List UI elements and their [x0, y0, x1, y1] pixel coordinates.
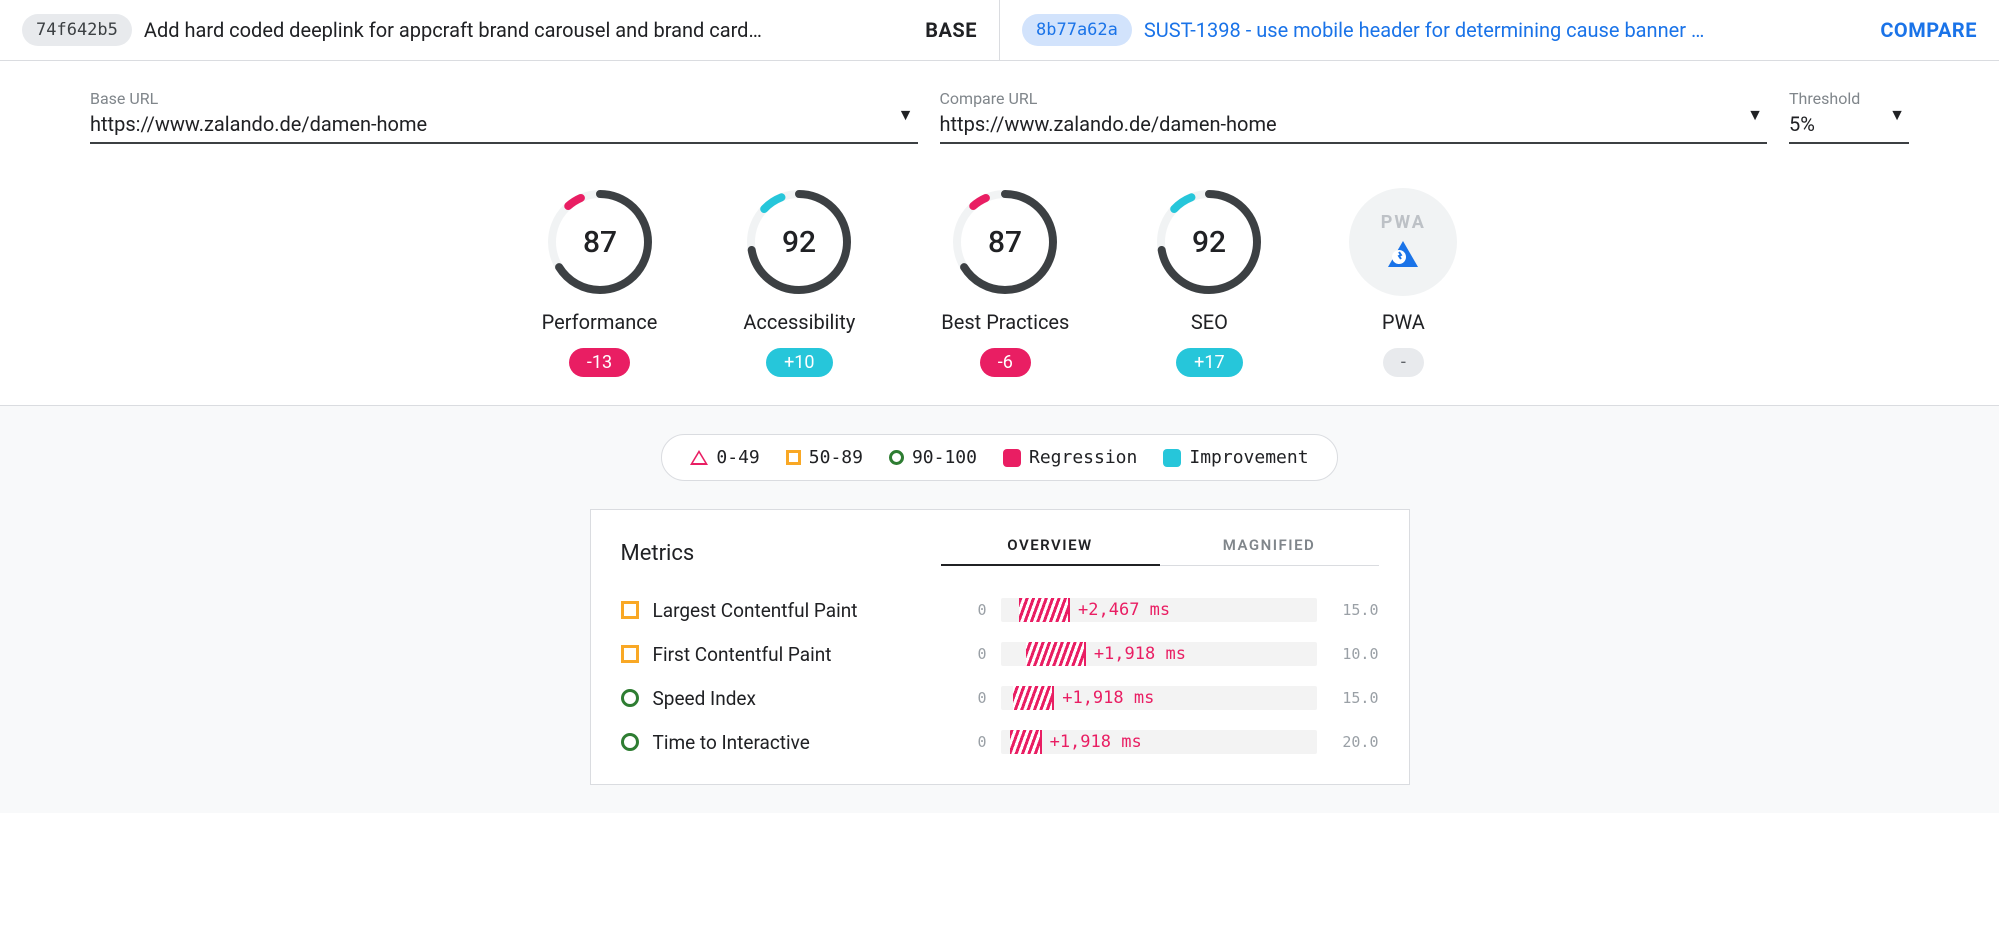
metric-name: Speed Index: [653, 687, 953, 710]
chevron-down-icon: ▼: [1747, 105, 1763, 125]
gauge-delta-badge: -6: [980, 348, 1031, 377]
gauge-label: SEO: [1191, 310, 1228, 334]
legend-pass: 90-100: [889, 447, 977, 468]
circle-icon: [889, 450, 904, 465]
axis-min: 0: [967, 689, 987, 707]
square-icon: [621, 601, 639, 619]
axis-max: 20.0: [1331, 733, 1379, 751]
gauge-seo: 92 SEO +17: [1155, 188, 1263, 377]
gauge-ring: 92: [745, 188, 853, 296]
base-tag: BASE: [925, 18, 977, 42]
metric-delta-label: +1,918 ms: [1042, 732, 1142, 752]
tab-overview[interactable]: OVERVIEW: [941, 536, 1160, 566]
gauge-label: PWA: [1382, 310, 1425, 334]
threshold-select[interactable]: Threshold 5% ▼: [1789, 89, 1909, 144]
base-commit-message: Add hard coded deeplink for appcraft bra…: [144, 18, 913, 42]
metric-row: Speed Index 0 +1,918 ms 15.0: [621, 676, 1379, 720]
metric-delta-bar: [1013, 686, 1054, 710]
compare-hash-chip[interactable]: 8b77a62a: [1022, 14, 1132, 46]
url-form-row: Base URL https://www.zalando.de/damen-ho…: [0, 61, 1999, 152]
metric-delta-label: +2,467 ms: [1070, 600, 1170, 620]
legend-improvement: Improvement: [1163, 447, 1308, 468]
metric-name: Time to Interactive: [653, 731, 953, 754]
tab-magnified[interactable]: MAGNIFIED: [1160, 536, 1379, 566]
gauge-performance: 87 Performance -13: [542, 188, 658, 377]
axis-max: 10.0: [1331, 645, 1379, 663]
gauge-ring: 92: [1155, 188, 1263, 296]
compare-tag[interactable]: COMPARE: [1880, 18, 1977, 42]
legend-regression: Regression: [1003, 447, 1137, 468]
svg-text:87: 87: [582, 225, 616, 260]
base-url-select[interactable]: Base URL https://www.zalando.de/damen-ho…: [90, 89, 918, 144]
legend-regression-label: Regression: [1029, 447, 1137, 468]
gauge-accessibility: 92 Accessibility +10: [743, 188, 855, 377]
metric-delta-bar: [1010, 730, 1042, 754]
metric-delta-label: +1,918 ms: [1054, 688, 1154, 708]
gauge-label: Accessibility: [743, 310, 855, 334]
base-side: 74f642b5 Add hard coded deeplink for app…: [0, 0, 999, 60]
svg-text:87: 87: [988, 225, 1022, 260]
metric-row: Largest Contentful Paint 0 +2,467 ms 15.…: [621, 588, 1379, 632]
svg-text:92: 92: [1192, 225, 1226, 260]
triangle-icon: [690, 450, 708, 465]
legend-fail: 0-49: [690, 447, 759, 468]
gauge-pwa: PWA PWA -: [1349, 188, 1457, 377]
base-url-value: https://www.zalando.de/damen-home: [90, 112, 918, 142]
metric-row: Time to Interactive 0 +1,918 ms 20.0: [621, 720, 1379, 764]
metrics-card: Metrics OVERVIEW MAGNIFIED Largest Conte…: [590, 509, 1410, 785]
square-icon: [786, 450, 801, 465]
axis-max: 15.0: [1331, 601, 1379, 619]
axis-max: 15.0: [1331, 689, 1379, 707]
legend-mid-label: 50-89: [809, 447, 863, 468]
metrics-title: Metrics: [621, 541, 941, 566]
metric-delta-label: +1,918 ms: [1086, 644, 1186, 664]
improvement-swatch-icon: [1163, 449, 1181, 467]
legend-pass-label: 90-100: [912, 447, 977, 468]
gauge-label: Performance: [542, 310, 658, 334]
chevron-down-icon: ▼: [898, 105, 914, 125]
gauge-ring: 87: [546, 188, 654, 296]
legend-fail-label: 0-49: [716, 447, 759, 468]
svg-text:92: 92: [782, 225, 816, 260]
metric-bar: +1,918 ms: [1001, 642, 1317, 666]
circle-icon: [621, 689, 639, 707]
base-hash-chip[interactable]: 74f642b5: [22, 14, 132, 46]
gauge-label: Best Practices: [941, 310, 1069, 334]
compare-side: 8b77a62a SUST-1398 - use mobile header f…: [999, 0, 1999, 60]
metric-bar: +1,918 ms: [1001, 730, 1317, 754]
legend-mid: 50-89: [786, 447, 863, 468]
metric-name: Largest Contentful Paint: [653, 599, 953, 622]
pwa-icon: PWA: [1349, 188, 1457, 296]
metric-bar: +1,918 ms: [1001, 686, 1317, 710]
metrics-tabs: OVERVIEW MAGNIFIED: [941, 536, 1379, 566]
chevron-down-icon: ▼: [1889, 105, 1905, 125]
metric-delta-bar: [1026, 642, 1086, 666]
gauge-delta-badge: -13: [569, 348, 630, 377]
metric-name: First Contentful Paint: [653, 643, 953, 666]
metric-delta-bar: [1019, 598, 1070, 622]
metric-bar: +2,467 ms: [1001, 598, 1317, 622]
legend-improvement-label: Improvement: [1189, 447, 1308, 468]
circle-icon: [621, 733, 639, 751]
compare-url-value: https://www.zalando.de/damen-home: [940, 112, 1768, 142]
gauge-delta-badge: +10: [766, 348, 832, 377]
axis-min: 0: [967, 601, 987, 619]
compare-header: 74f642b5 Add hard coded deeplink for app…: [0, 0, 1999, 61]
gauge-delta-badge: -: [1383, 348, 1424, 377]
base-url-label: Base URL: [90, 89, 918, 108]
compare-commit-message[interactable]: SUST-1398 - use mobile header for determ…: [1144, 18, 1868, 42]
axis-min: 0: [967, 645, 987, 663]
gauge-best-practices: 87 Best Practices -6: [941, 188, 1069, 377]
metric-row: First Contentful Paint 0 +1,918 ms 10.0: [621, 632, 1379, 676]
lower-section: 0-49 50-89 90-100 Regression Improvement…: [0, 406, 1999, 813]
compare-url-select[interactable]: Compare URL https://www.zalando.de/damen…: [940, 89, 1768, 144]
regression-swatch-icon: [1003, 449, 1021, 467]
gauge-delta-badge: +17: [1176, 348, 1242, 377]
compare-url-label: Compare URL: [940, 89, 1768, 108]
score-legend: 0-49 50-89 90-100 Regression Improvement: [661, 434, 1337, 481]
axis-min: 0: [967, 733, 987, 751]
square-icon: [621, 645, 639, 663]
gauge-ring: 87: [951, 188, 1059, 296]
category-gauges: 87 Performance -13 92 Accessibility +10 …: [0, 152, 1999, 406]
